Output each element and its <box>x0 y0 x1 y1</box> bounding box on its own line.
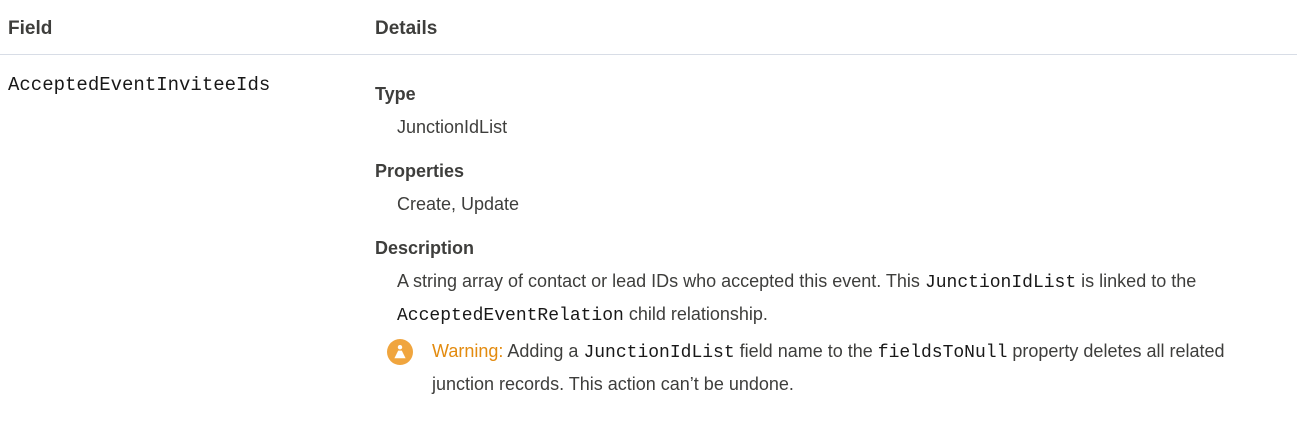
field-name: AcceptedEventInviteeIds <box>8 74 271 96</box>
description-text-part: is linked to the <box>1076 271 1197 291</box>
field-details: Type JunctionIdList Properties Create, U… <box>375 82 1285 416</box>
warning-icon <box>387 339 413 365</box>
description-text: A string array of contact or lead IDs wh… <box>397 266 1285 332</box>
code-junction-id-list: JunctionIdList <box>583 343 735 363</box>
column-header-details: Details <box>375 18 438 39</box>
description-text-part: A string array of contact or lead IDs wh… <box>397 271 925 291</box>
properties-value: Create, Update <box>397 194 520 214</box>
table-header: Field Details <box>0 0 1297 55</box>
type-term: Type <box>375 84 416 104</box>
warning-text-part: field name to the <box>734 341 878 361</box>
description-term: Description <box>375 238 475 258</box>
warning-callout: Warning: Adding a JunctionIdList field n… <box>387 336 1285 400</box>
description-text-part: child relationship. <box>623 304 768 324</box>
code-accepted-event-relation: AcceptedEventRelation <box>397 306 624 326</box>
code-fields-to-null: fieldsToNull <box>877 343 1008 363</box>
code-junction-id-list: JunctionIdList <box>924 273 1077 293</box>
warning-label: Warning: <box>432 341 504 361</box>
properties-term: Properties <box>375 161 465 181</box>
column-header-field: Field <box>8 18 53 39</box>
warning-text-part: Adding a <box>503 341 584 361</box>
type-value: JunctionIdList <box>397 117 508 137</box>
description-group: Description A string array of contact or… <box>375 236 1285 400</box>
type-group: Type JunctionIdList <box>375 82 1285 143</box>
properties-group: Properties Create, Update <box>375 159 1285 220</box>
